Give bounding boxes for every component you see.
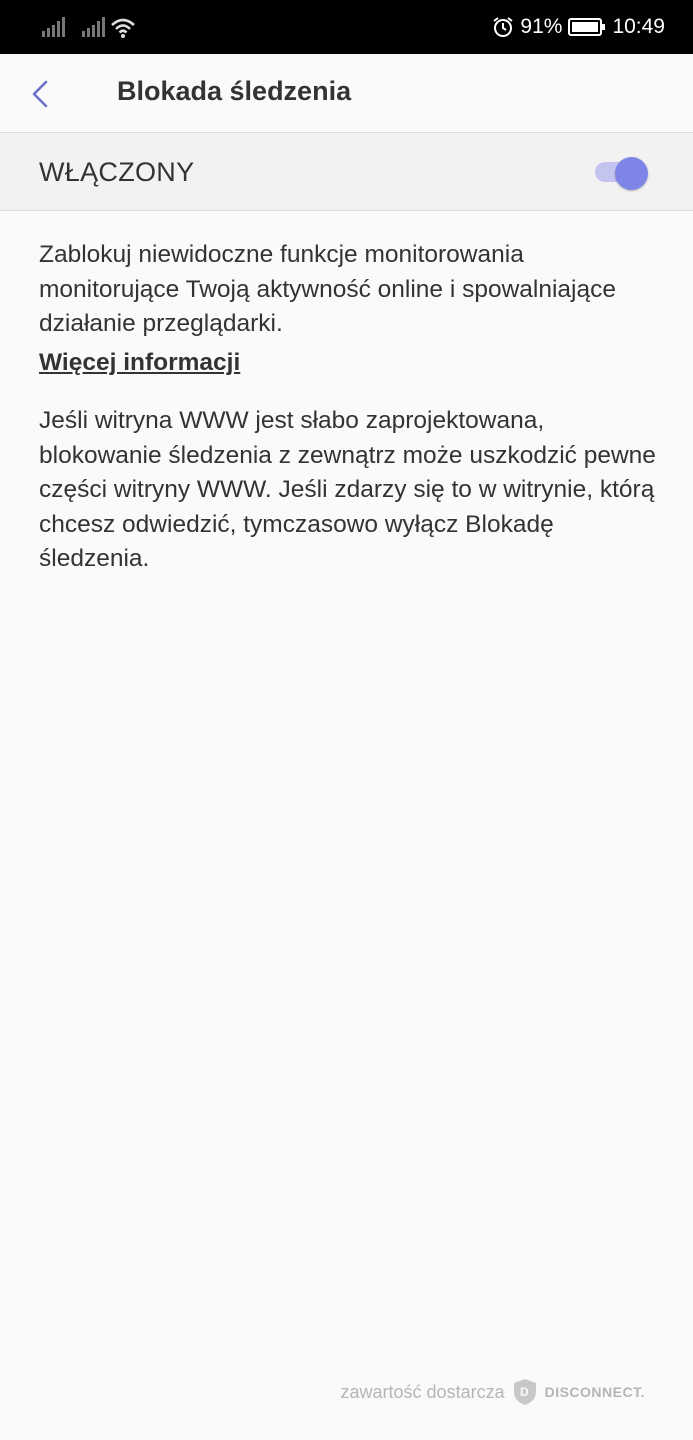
provider-footer: zawartość dostarcza D DISCONNECT.: [341, 1376, 645, 1408]
switch-knob: [615, 157, 648, 190]
disconnect-logo-icon: D: [513, 1379, 536, 1405]
content: Zablokuj niewidoczne funkcje monitorowan…: [39, 238, 659, 577]
alarm-icon: [493, 17, 514, 37]
provider-brand: DISCONNECT.: [544, 1384, 645, 1400]
provided-by-label: zawartość dostarcza: [340, 1381, 505, 1402]
more-info-link[interactable]: Więcej informacji: [39, 346, 240, 381]
status-bar: 91% 10:49: [0, 0, 693, 54]
app-bar: Blokada śledzenia: [0, 54, 693, 133]
toggle-label: WŁĄCZONY: [39, 157, 195, 187]
page-title: Blokada śledzenia: [117, 76, 352, 106]
chevron-left-icon: [32, 80, 48, 108]
tracking-protection-switch[interactable]: [595, 157, 649, 190]
tracking-protection-toggle-row[interactable]: WŁĄCZONY: [0, 133, 693, 211]
signal-icon: [82, 17, 105, 37]
warning-text: Jeśli witryna WWW jest słabo zaprojektow…: [39, 407, 656, 572]
svg-text:D: D: [520, 1385, 529, 1399]
description-text: Zablokuj niewidoczne funkcje monitorowan…: [39, 241, 616, 337]
battery-icon: [568, 18, 606, 36]
battery-percent: 91%: [520, 15, 563, 38]
wifi-icon: [111, 18, 135, 38]
clock: 10:49: [612, 15, 665, 38]
status-bar-right: 91% 10:49: [492, 14, 665, 40]
back-button[interactable]: [20, 74, 60, 114]
signal-icon: [42, 17, 65, 37]
